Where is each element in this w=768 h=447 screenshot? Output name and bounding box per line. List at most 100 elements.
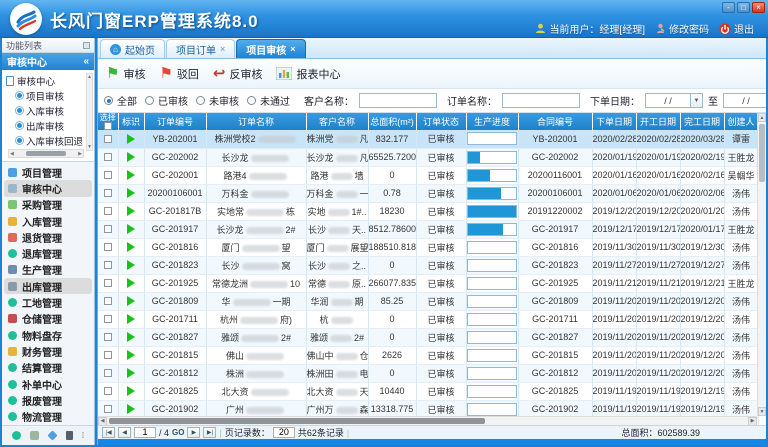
table-row[interactable]: GC-202002 长沙龙 长沙龙凡.. 65525.7200.. 已审核 GC…	[98, 148, 758, 166]
maximize-button[interactable]: □	[737, 2, 750, 13]
sidebar-item-inbound[interactable]: 入库管理	[2, 213, 94, 229]
row-checkbox[interactable]	[104, 243, 112, 251]
go-button[interactable]: GO	[172, 428, 184, 437]
radio-filter-0[interactable]	[104, 96, 113, 105]
horizontal-scroll-thumb[interactable]	[109, 418, 485, 424]
sidebar-item-warehouse[interactable]: 仓储管理	[2, 311, 94, 327]
tree-item-2[interactable]: 出库审核	[6, 118, 86, 133]
row-checkbox[interactable]	[104, 405, 112, 413]
sidebar-item-settlement[interactable]: 结算管理	[2, 360, 94, 376]
sidebar-item-scrap[interactable]: 报废管理	[2, 392, 94, 408]
sidebar-item-production[interactable]: 生产管理	[2, 262, 94, 278]
unapprove-button[interactable]: ↩反审核	[213, 66, 263, 82]
table-row[interactable]: GC-201815 佛山 佛山中仓库 2626 已审核 GC-201815 20…	[98, 346, 758, 364]
next-page-button[interactable]: ▶	[187, 427, 200, 438]
pin-icon[interactable]	[83, 42, 90, 49]
row-checkbox[interactable]	[104, 189, 112, 197]
collapse-icon[interactable]: «	[83, 56, 89, 67]
row-checkbox[interactable]	[104, 207, 112, 215]
row-checkbox[interactable]	[104, 279, 112, 287]
sidebar-item-site[interactable]: 工地管理	[2, 294, 94, 310]
sidebar-item-finance[interactable]: 财务管理	[2, 343, 94, 359]
more-dots-icon[interactable]: ⁞	[82, 431, 84, 440]
table-row[interactable]: GC-201827 雅颂2# 雅颂2# 0 已审核 GC-201827 2019…	[98, 328, 758, 346]
cart-icon[interactable]	[30, 431, 39, 440]
sidebar-item-return-goods[interactable]: 退货管理	[2, 229, 94, 245]
scroll-up-icon[interactable]: ▲	[758, 113, 766, 122]
reject-button[interactable]: ⚑驳回	[159, 66, 198, 82]
row-checkbox[interactable]	[104, 171, 112, 179]
table-horizontal-scrollbar[interactable]: ◀ ▶	[98, 416, 757, 425]
page-size-input[interactable]	[273, 427, 295, 438]
tree-item-3[interactable]: 入库审核回退	[6, 133, 86, 148]
order-date-from-field[interactable]: / /▼	[645, 93, 703, 108]
order-name-input[interactable]	[502, 93, 580, 108]
sidebar-item-purchase[interactable]: 采购管理	[2, 197, 94, 213]
prev-page-button[interactable]: ◀	[118, 427, 131, 438]
sidebar-item-logistics[interactable]: 物流管理	[2, 408, 94, 424]
table-row[interactable]: GC-201917 长沙龙2# 长沙天.. 8512.78600.. 已审核 G…	[98, 220, 758, 238]
page-number-input[interactable]	[134, 427, 156, 438]
tree-root-audit-center[interactable]: 审核中心	[6, 73, 86, 88]
last-page-button[interactable]: ▶|	[203, 427, 216, 438]
person-book-icon[interactable]	[66, 431, 73, 440]
tab-0[interactable]: ⌂ 起始页	[100, 39, 165, 58]
row-checkbox[interactable]	[104, 333, 112, 341]
table-row[interactable]: GC-201925 常德龙洲10 常德原.. 266077.835.. 已审核 …	[98, 274, 758, 292]
sidebar-item-return-stock[interactable]: 退库管理	[2, 245, 94, 261]
scroll-right-icon[interactable]: ▶	[748, 417, 757, 426]
table-row[interactable]: GC-201812 株洲 株洲田电商 0 已审核 GC-201812 2019/…	[98, 364, 758, 382]
change-password-button[interactable]: 修改密码	[655, 21, 709, 36]
radio-filter-3[interactable]	[247, 96, 256, 105]
customer-name-input[interactable]	[359, 93, 437, 108]
select-all-checkbox[interactable]	[104, 122, 112, 130]
green-dot-icon[interactable]	[12, 431, 21, 440]
tab-1[interactable]: 项目订单 ×	[166, 39, 235, 58]
row-checkbox[interactable]	[104, 297, 112, 305]
scroll-down-icon[interactable]: ▼	[758, 407, 766, 416]
tree-item-1[interactable]: 入库审核	[6, 103, 86, 118]
sidebar-item-outbound[interactable]: 出库管理	[4, 278, 92, 294]
close-tab-icon[interactable]: ×	[220, 44, 225, 54]
row-checkbox[interactable]	[104, 315, 112, 323]
row-checkbox[interactable]	[104, 135, 112, 143]
table-row[interactable]: GC-201809 华一期 华润期 85.25 已审核 GC-201809 20…	[98, 292, 758, 310]
order-date-to-field[interactable]: / /▼	[723, 93, 766, 108]
logout-button[interactable]: 退出	[719, 21, 754, 36]
approve-button[interactable]: ⚑审核	[106, 66, 145, 82]
sidebar-item-audit-center[interactable]: 审核中心	[4, 180, 92, 196]
first-page-button[interactable]: |◀	[102, 427, 115, 438]
row-checkbox[interactable]	[104, 387, 112, 395]
audit-section-header[interactable]: 审核中心 «	[2, 53, 94, 70]
close-button[interactable]: ×	[752, 2, 765, 13]
dropdown-arrow-icon[interactable]: ▼	[691, 93, 703, 108]
sidebar-item-supplement[interactable]: 补单中心	[2, 376, 94, 392]
vertical-scroll-thumb[interactable]	[759, 124, 765, 182]
row-checkbox[interactable]	[104, 369, 112, 377]
table-row[interactable]: GC-201817B 实地常栋 实地1#.. 18230 已审核 2019122…	[98, 202, 758, 220]
sidebar-item-inventory[interactable]: 物料盘存	[2, 327, 94, 343]
table-row[interactable]: YB-202001 株洲党校2 株洲党凡.. 832.177 已审核 YB-20…	[98, 130, 758, 148]
radio-filter-1[interactable]	[145, 96, 154, 105]
tree-item-0[interactable]: 项目审核	[6, 88, 86, 103]
table-row[interactable]: 20200106001 万科金 万科金一期 0.78 已审核 202001060…	[98, 184, 758, 202]
radio-filter-2[interactable]	[196, 96, 205, 105]
table-row[interactable]: GC-201825 北大资 北大资天.. 10440 已审核 GC-201825…	[98, 382, 758, 400]
minimize-button[interactable]: -	[722, 2, 735, 13]
flag-icon[interactable]	[47, 430, 57, 440]
row-checkbox[interactable]	[104, 153, 112, 161]
sidebar-item-project[interactable]: 项目管理	[2, 164, 94, 180]
tree-horizontal-scrollbar[interactable]: ◀▶	[8, 149, 84, 158]
row-checkbox[interactable]	[104, 351, 112, 359]
tree-vertical-scrollbar[interactable]: ▲▼	[86, 73, 93, 151]
close-tab-icon[interactable]: ×	[290, 44, 295, 54]
tab-2[interactable]: 项目审核 ×	[236, 39, 305, 58]
table-row[interactable]: GC-201711 杭州府) 杭 0 已审核 GC-201711 2019/11…	[98, 310, 758, 328]
report-center-button[interactable]: 报表中心	[276, 66, 340, 82]
table-row[interactable]: GC-202001 路港4 路港墙 0 已审核 20200116001 2020…	[98, 166, 758, 184]
table-vertical-scrollbar[interactable]: ▲ ▼	[757, 113, 766, 416]
row-checkbox[interactable]	[104, 225, 112, 233]
table-row[interactable]: GC-201823 长沙窝 长沙之.. 0 已审核 GC-201823 2019…	[98, 256, 758, 274]
scroll-left-icon[interactable]: ◀	[98, 417, 107, 426]
table-row[interactable]: GC-201816 厦门望 厦门展望 188510.818 已审核 GC-201…	[98, 238, 758, 256]
